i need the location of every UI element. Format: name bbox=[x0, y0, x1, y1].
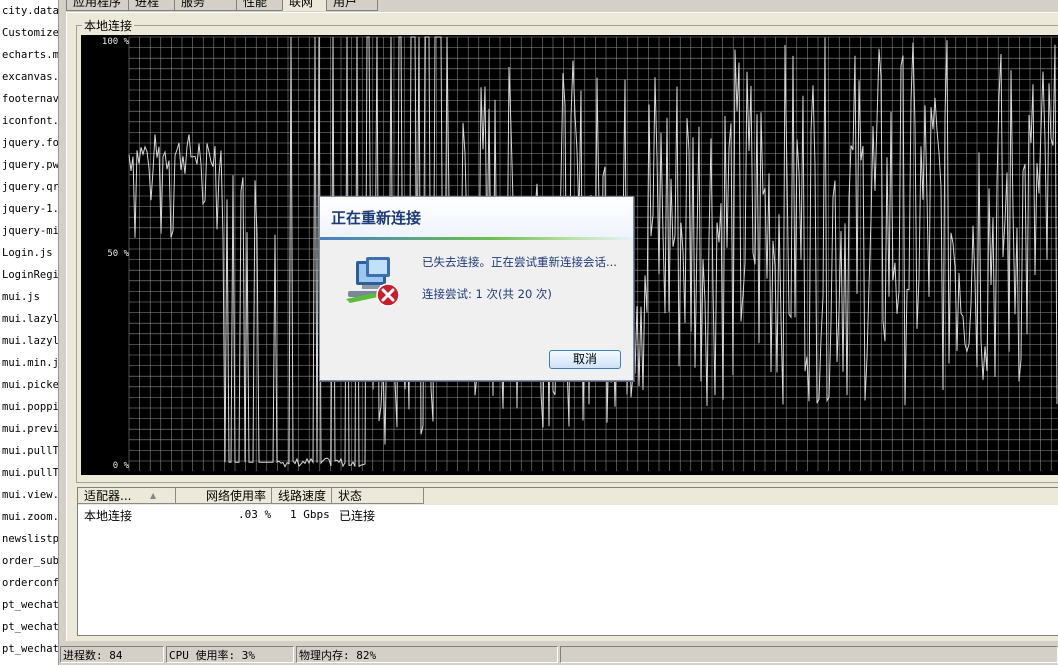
file-list-item[interactable]: mui.zoom. bbox=[0, 506, 58, 528]
file-list-item[interactable]: mui.min.js bbox=[0, 352, 58, 374]
status-empty bbox=[560, 646, 1058, 663]
dialog-header-divider bbox=[320, 237, 633, 240]
file-list-item[interactable]: jquery.fo bbox=[0, 132, 58, 154]
tab-5[interactable]: 用户 bbox=[326, 0, 378, 11]
file-list-item[interactable]: pt_wechat bbox=[0, 616, 58, 638]
file-list-item[interactable]: mui.view. bbox=[0, 484, 58, 506]
file-list-item[interactable]: footernav. bbox=[0, 88, 58, 110]
file-list-item[interactable]: order_sub bbox=[0, 550, 58, 572]
file-list-item[interactable]: orderconf bbox=[0, 572, 58, 594]
file-list-item[interactable]: LoginRegi bbox=[0, 264, 58, 286]
file-list-item[interactable]: mui.poppi bbox=[0, 396, 58, 418]
file-list-item[interactable]: iconfont. bbox=[0, 110, 58, 132]
column-header-usage[interactable]: 网络使用率 bbox=[176, 488, 272, 504]
tab-3[interactable]: 性能 bbox=[236, 0, 284, 11]
column-header-status[interactable]: 状态 bbox=[332, 488, 424, 504]
column-header-adapter[interactable]: 适配器... ▲ bbox=[78, 488, 176, 504]
cell-usage: .03 % bbox=[238, 508, 272, 521]
tab-1[interactable]: 进程 bbox=[128, 0, 176, 11]
file-list-item[interactable]: city.data bbox=[0, 0, 58, 22]
file-list-item[interactable]: jquery.qr bbox=[0, 176, 58, 198]
tab-4[interactable]: 联网 bbox=[282, 0, 328, 11]
dialog-attempt-count: 连接尝试: 1 次(共 20 次) bbox=[422, 287, 552, 301]
column-header-speed[interactable]: 线路速度 bbox=[272, 488, 332, 504]
file-list-item[interactable]: mui.pullT bbox=[0, 462, 58, 484]
file-list-item[interactable]: mui.js bbox=[0, 286, 58, 308]
status-bar: 进程数: 84 CPU 使用率: 3% 物理内存: 82% bbox=[60, 645, 1058, 665]
reconnect-dialog: 正在重新连接 已失去连接。正在尝试重新连接会话... 连接尝试: 1 次(共 2… bbox=[319, 196, 634, 381]
tab-2[interactable]: 服务 bbox=[174, 0, 238, 11]
group-label: 本地连接 bbox=[82, 17, 135, 34]
dialog-header: 正在重新连接 bbox=[320, 197, 633, 239]
file-list-item[interactable]: mui.lazyl bbox=[0, 308, 58, 330]
status-cpu: CPU 使用率: 3% bbox=[166, 646, 294, 663]
dialog-message: 已失去连接。正在尝试重新连接会话... bbox=[422, 255, 617, 269]
file-list-item[interactable]: pt_wechat bbox=[0, 594, 58, 616]
tab-bar: 应用程序 进程 服务 性能 联网 用户 bbox=[66, 0, 1058, 12]
tab-0[interactable]: 应用程序 bbox=[66, 0, 130, 11]
column-header-adapter-label: 适配器... bbox=[84, 489, 132, 503]
file-list-item[interactable]: jquery-mi bbox=[0, 220, 58, 242]
y-label-100: 100 % bbox=[101, 37, 129, 47]
file-list-item[interactable]: jquery-1. bbox=[0, 198, 58, 220]
file-list-item[interactable]: mui.lazyl bbox=[0, 330, 58, 352]
file-list-item[interactable]: mui.picke bbox=[0, 374, 58, 396]
file-list-item[interactable]: excanvas. bbox=[0, 66, 58, 88]
network-error-icon bbox=[346, 257, 400, 307]
file-list-item[interactable]: mui.pullT bbox=[0, 440, 58, 462]
cell-adapter: 本地连接 bbox=[84, 509, 133, 523]
file-list-item[interactable]: pt_wechat bbox=[0, 638, 58, 660]
status-memory: 物理内存: 82% bbox=[296, 646, 558, 663]
table-header: 适配器... ▲ 网络使用率 线路速度 状态 bbox=[78, 488, 1058, 505]
file-list-item[interactable]: mui.previ bbox=[0, 418, 58, 440]
file-list-item[interactable]: newslistp bbox=[0, 528, 58, 550]
file-list-item[interactable]: Login.js bbox=[0, 242, 58, 264]
dialog-title: 正在重新连接 bbox=[331, 209, 422, 227]
adapter-table[interactable]: 适配器... ▲ 网络使用率 线路速度 状态 本地连接 .03 % 1 Gbps… bbox=[77, 487, 1058, 636]
file-list-item[interactable]: echarts.m bbox=[0, 44, 58, 66]
status-processes: 进程数: 84 bbox=[60, 646, 164, 663]
y-label-0: 0 % bbox=[112, 461, 129, 471]
file-list-item[interactable]: Customize bbox=[0, 22, 58, 44]
file-list-item[interactable]: jquery.pw bbox=[0, 154, 58, 176]
file-list: city.data Customize echarts.m excanvas. foot… bbox=[0, 0, 59, 665]
cell-speed: 1 Gbps bbox=[290, 508, 330, 521]
cancel-button[interactable]: 取消 bbox=[549, 350, 621, 369]
sort-ascending-icon: ▲ bbox=[150, 491, 157, 500]
cell-status: 已连接 bbox=[339, 509, 376, 523]
y-label-50: 50 % bbox=[107, 249, 129, 259]
